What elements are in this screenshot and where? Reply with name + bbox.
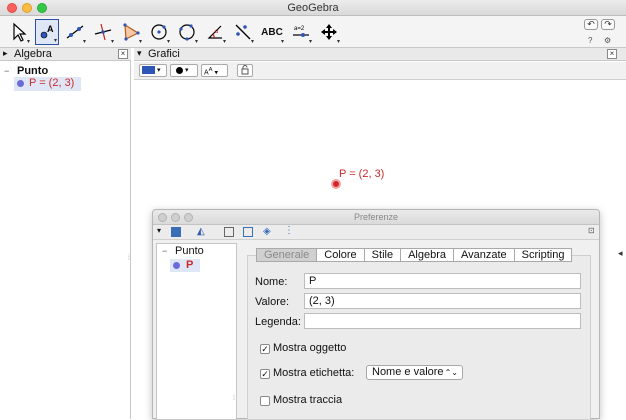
toolbar: ▾ A ▾ ▾ ▾ ▾ ▾ ▾ α ▾ ▾ ABC ▾ a=2 ▾ ▾ ↶ ↷ … (0, 16, 626, 48)
preferences-title-bar: Preferenze (153, 210, 599, 225)
window-title: GeoGebra (287, 2, 339, 14)
show-label-checkbox[interactable]: ✓ (260, 369, 270, 379)
close-algebra-button[interactable]: × (118, 49, 128, 59)
label-mode-value: Nome e valore (372, 366, 444, 378)
tab-scripting[interactable]: Scripting (515, 249, 572, 261)
circle-center-tool-button[interactable]: ▾ (147, 19, 171, 45)
svg-text:A: A (47, 24, 54, 34)
svg-text:α: α (215, 29, 219, 35)
name-label: Nome: (255, 276, 288, 288)
preferences-toolbar: ▾ ◭ ◈ ⋮ ⊡ (153, 225, 599, 240)
algebra-item[interactable]: P = (2, 3) (14, 77, 81, 91)
redo-button[interactable]: ↷ (601, 19, 615, 30)
side-expand-icon[interactable]: ◂ (618, 248, 623, 259)
line-tool-button[interactable]: ▾ (63, 19, 87, 45)
slider-tool-button[interactable]: a=2 ▾ (289, 19, 313, 45)
caption-label: Legenda: (255, 316, 301, 328)
show-label-label: Mostra etichetta: (273, 367, 355, 379)
menu-arrow-icon[interactable]: ▾ (157, 226, 161, 235)
move-graphics-tool-button[interactable]: ▾ (317, 19, 341, 45)
undo-button[interactable]: ↶ (584, 19, 598, 30)
point-tool-button[interactable]: A ▾ (35, 19, 59, 45)
help-icon[interactable]: ? (588, 36, 592, 45)
tree-item-p[interactable]: P (170, 259, 200, 272)
move-tool-button[interactable]: ▾ (7, 19, 31, 45)
close-graphics-button[interactable]: × (607, 49, 617, 59)
preferences-dialog: Preferenze ▾ ◭ ◈ ⋮ ⊡ − Punto P Nome: P V… (152, 209, 600, 420)
collapse-arrow-icon[interactable]: ▸ (3, 48, 8, 59)
angle-tool-button[interactable]: α ▾ (203, 19, 227, 45)
reflect-tool-button[interactable]: ▾ (231, 19, 255, 45)
perpendicular-line-tool-button[interactable]: ▾ (91, 19, 115, 45)
tree-minus-icon[interactable]: − (162, 246, 167, 256)
tab-generale[interactable]: Generale (257, 249, 318, 261)
spreadsheet-icon[interactable] (243, 227, 253, 237)
point-style-button[interactable]: ▾ (170, 64, 198, 77)
svg-text:a=2: a=2 (294, 26, 305, 32)
preferences-content: Nome: P Valore: (2, 3) Legenda: ✓ Mostra… (243, 243, 597, 420)
point-style-icon (176, 66, 183, 74)
tab-colore[interactable]: Colore (317, 249, 365, 261)
title-bar: GeoGebra (0, 0, 626, 16)
preferences-title: Preferenze (353, 212, 399, 222)
color-picker-button[interactable]: ▾ (139, 64, 167, 77)
label-mode-select[interactable]: Nome e valore ⌃⌄ (366, 365, 463, 380)
text-tool-button[interactable]: ABC ▾ (259, 19, 285, 46)
tree-item-label: P (186, 259, 194, 271)
lock-icon (241, 65, 249, 75)
style-bar: ▾ ▾ AA ▾ (134, 62, 626, 80)
splitter-handle-icon[interactable]: ⁞ (128, 255, 130, 262)
circle-three-points-tool-button[interactable]: ▾ (175, 19, 199, 45)
algebra-group-label: Punto (17, 65, 49, 77)
tab-avanzate[interactable]: Avanzate (454, 249, 515, 261)
algebra-settings-icon[interactable]: ◈ (263, 226, 271, 237)
preferences-object-tree: − Punto P (156, 243, 237, 420)
tab-content-box: Nome: P Valore: (2, 3) Legenda: ✓ Mostra… (247, 255, 591, 420)
graphics-title: Grafici (148, 48, 180, 60)
select-arrows-icon: ⌃⌄ (444, 368, 458, 377)
graphics-settings-icon[interactable] (171, 227, 181, 237)
3d-settings-icon[interactable]: ◭ (197, 226, 205, 237)
settings-icon[interactable]: ⚙ (604, 36, 611, 45)
show-trace-checkbox[interactable] (260, 396, 270, 406)
algebra-item-text: P = (2, 3) (29, 77, 75, 89)
caption-input[interactable] (304, 313, 581, 329)
collapse-arrow-icon[interactable]: ▾ (137, 48, 142, 59)
more-options-icon[interactable]: ⋮ (284, 225, 294, 236)
expand-icon[interactable]: ⊡ (588, 226, 595, 235)
tree-group-label: Punto (175, 245, 204, 257)
tab-stile[interactable]: Stile (365, 249, 402, 261)
preferences-tabs: Generale Colore Stile Algebra Avanzate S… (256, 248, 573, 262)
point-p[interactable] (331, 179, 341, 189)
value-input[interactable]: (2, 3) (304, 293, 581, 309)
geogebra-window: GeoGebra ▾ A ▾ ▾ ▾ ▾ ▾ ▾ α ▾ ▾ ABC ▾ a=2… (0, 0, 626, 420)
point-bullet-icon (173, 262, 180, 269)
graphics-panel-header: ▾ Grafici × (134, 48, 626, 61)
name-input[interactable]: P (304, 273, 581, 289)
show-object-checkbox[interactable]: ✓ (260, 344, 270, 354)
lock-button[interactable] (237, 64, 253, 77)
value-label: Valore: (255, 296, 290, 308)
polygon-tool-button[interactable]: ▾ (119, 19, 143, 45)
tab-algebra[interactable]: Algebra (401, 249, 454, 261)
layout-icon[interactable] (224, 227, 234, 237)
show-trace-label: Mostra traccia (273, 394, 343, 406)
label-style-button[interactable]: AA ▾ (201, 64, 228, 77)
algebra-title: Algebra (14, 48, 52, 60)
algebra-panel: ▸ Algebra × − Punto P = (2, 3) (0, 48, 131, 419)
show-object-label: Mostra oggetto (273, 342, 347, 354)
point-label: P = (2, 3) (339, 168, 385, 180)
color-swatch-icon (142, 66, 155, 75)
tree-minus-icon[interactable]: − (4, 66, 9, 76)
splitter-handle-icon[interactable]: ⁞ (233, 395, 235, 402)
text-tool-label: ABC (261, 26, 283, 38)
algebra-panel-header: ▸ Algebra × (0, 48, 131, 61)
point-visibility-icon[interactable] (17, 80, 24, 87)
